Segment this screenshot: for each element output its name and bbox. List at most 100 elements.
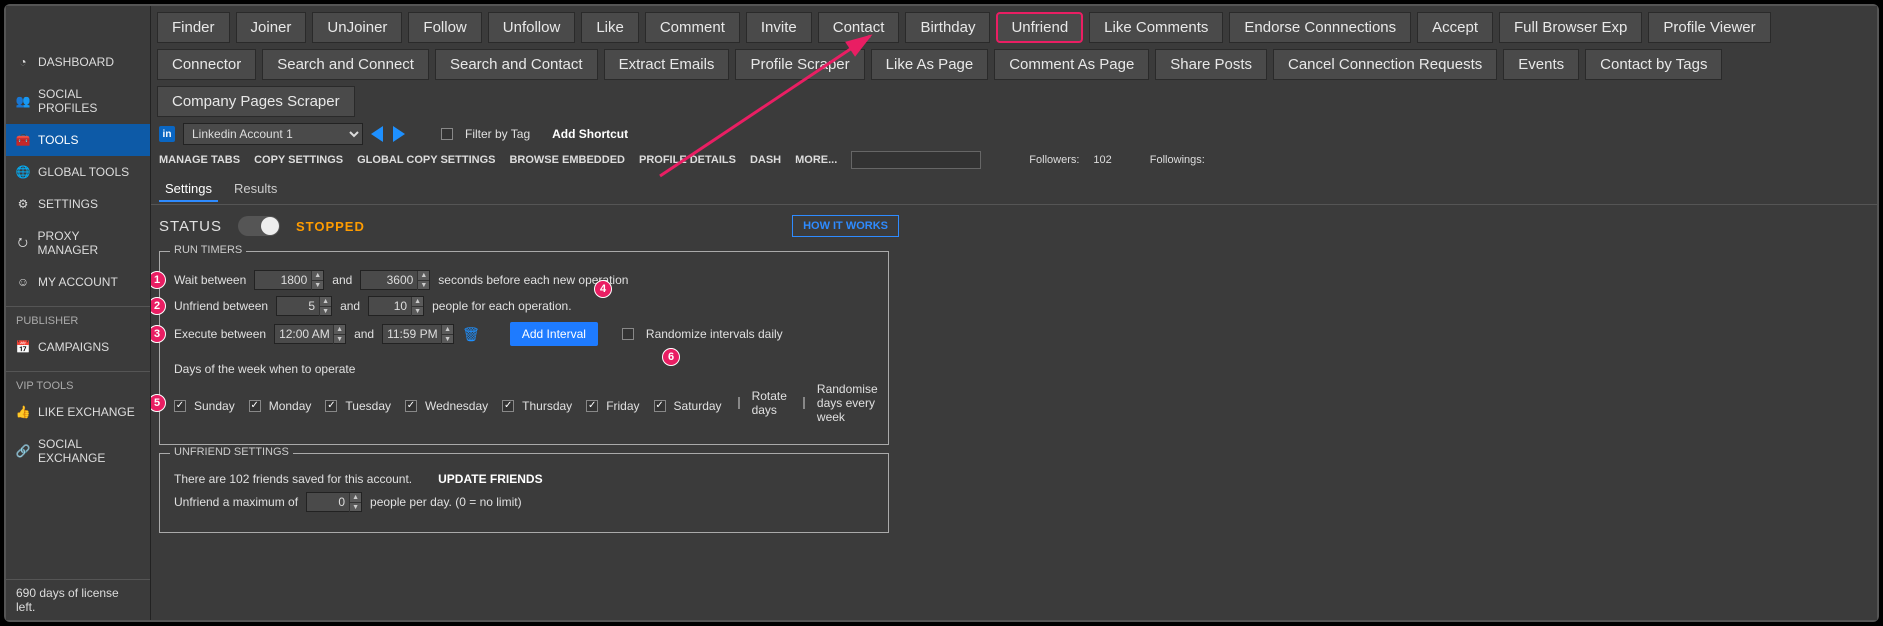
tool-tab-company-pages-scraper[interactable]: Company Pages Scraper (157, 86, 355, 117)
refresh-icon: ⭮ (16, 236, 30, 250)
wait-between-label: Wait between (174, 273, 246, 287)
day-wednesday[interactable]: Wednesday (405, 399, 488, 413)
rotate-days-checkbox[interactable] (738, 397, 740, 409)
tool-tab-like-comments[interactable]: Like Comments (1089, 12, 1223, 43)
sidebar-item-settings[interactable]: ⚙ SETTINGS (6, 188, 150, 220)
tool-tab-endorse-connnections[interactable]: Endorse Connnections (1229, 12, 1411, 43)
tool-tab-events[interactable]: Events (1503, 49, 1579, 80)
day-checkbox[interactable] (586, 400, 598, 412)
tool-tab-unfollow[interactable]: Unfollow (488, 12, 576, 43)
sidebar-item-social-profiles[interactable]: 👥 SOCIAL PROFILES (6, 78, 150, 124)
menu-global-copy-settings[interactable]: GLOBAL COPY SETTINGS (357, 154, 495, 166)
add-interval-button[interactable]: Add Interval (510, 322, 598, 346)
day-sunday[interactable]: Sunday (174, 399, 235, 413)
day-checkbox[interactable] (249, 400, 261, 412)
tool-tab-unjoiner[interactable]: UnJoiner (312, 12, 402, 43)
randomize-intervals-checkbox[interactable] (622, 328, 634, 340)
unfriend-between-row: 2 Unfriend between ▲▼ and ▲▼ people for … (174, 296, 874, 316)
tool-tab-connector[interactable]: Connector (157, 49, 256, 80)
thumbs-up-icon: 👍 (16, 405, 30, 419)
tool-tab-unfriend[interactable]: Unfriend (996, 12, 1083, 43)
sidebar-item-my-account[interactable]: ☺ MY ACCOUNT (6, 266, 150, 298)
callout-4: 4 (594, 280, 612, 298)
followings-label: Followings: (1150, 154, 1205, 166)
tab-settings[interactable]: Settings (159, 177, 218, 202)
day-checkbox[interactable] (405, 400, 417, 412)
tool-tab-profile-viewer[interactable]: Profile Viewer (1648, 12, 1770, 43)
tool-tab-full-browser-exp[interactable]: Full Browser Exp (1499, 12, 1642, 43)
main-area: FinderJoinerUnJoinerFollowUnfollowLikeCo… (151, 6, 1877, 620)
add-shortcut-link[interactable]: Add Shortcut (552, 127, 628, 141)
execute-from-input[interactable]: ▲▼ (274, 324, 346, 344)
tool-tab-joiner[interactable]: Joiner (236, 12, 307, 43)
account-select[interactable]: Linkedin Account 1 (183, 123, 363, 145)
callout-1: 1 (151, 271, 166, 289)
randomise-days-label: Randomise days every week (817, 382, 878, 424)
filter-by-tag-checkbox[interactable] (441, 128, 453, 140)
tool-tab-follow[interactable]: Follow (408, 12, 481, 43)
menu-manage-tabs[interactable]: MANAGE TABS (159, 154, 240, 166)
wait-max-input[interactable]: ▲▼ (360, 270, 430, 290)
day-checkbox[interactable] (174, 400, 186, 412)
gear-icon: ⚙ (16, 197, 30, 211)
tool-tab-finder[interactable]: Finder (157, 12, 230, 43)
tool-tab-invite[interactable]: Invite (746, 12, 812, 43)
sidebar-item-dashboard[interactable]: ◔ DASHBOARD (6, 46, 150, 78)
tool-tab-contact[interactable]: Contact (818, 12, 900, 43)
day-checkbox[interactable] (502, 400, 514, 412)
sidebar-item-global-tools[interactable]: 🌐 GLOBAL TOOLS (6, 156, 150, 188)
tool-tab-search-and-contact[interactable]: Search and Contact (435, 49, 598, 80)
day-thursday[interactable]: Thursday (502, 399, 572, 413)
day-saturday[interactable]: Saturday (654, 399, 722, 413)
day-checkbox[interactable] (654, 400, 666, 412)
sidebar-item-campaigns[interactable]: 📅 CAMPAIGNS (6, 331, 150, 363)
tool-tab-comment[interactable]: Comment (645, 12, 740, 43)
unfriend-min-input[interactable]: ▲▼ (276, 296, 332, 316)
run-timers-panel: RUN TIMERS 1 Wait between ▲▼ and ▲▼ seco… (159, 251, 889, 445)
sidebar-item-label: MY ACCOUNT (38, 275, 118, 289)
randomise-days-checkbox[interactable] (803, 397, 805, 409)
next-account-button[interactable] (393, 126, 405, 142)
license-footer: 690 days of license left. (6, 579, 150, 620)
menu-browse-embedded[interactable]: BROWSE EMBEDDED (509, 154, 625, 166)
delete-interval-button[interactable]: 🗑 (462, 326, 480, 343)
tool-tab-search-and-connect[interactable]: Search and Connect (262, 49, 429, 80)
menu-more[interactable]: MORE... (795, 154, 837, 166)
sidebar-item-social-exchange[interactable]: 🔗 SOCIAL EXCHANGE (6, 428, 150, 474)
sidebar-section-publisher: PUBLISHER (6, 306, 150, 331)
tool-tab-contact-by-tags[interactable]: Contact by Tags (1585, 49, 1722, 80)
tool-tab-birthday[interactable]: Birthday (905, 12, 990, 43)
search-input[interactable] (851, 151, 981, 169)
tool-tab-extract-emails[interactable]: Extract Emails (604, 49, 730, 80)
days-header-label: Days of the week when to operate (174, 362, 355, 376)
day-monday[interactable]: Monday (249, 399, 312, 413)
friends-saved-row: There are 102 friends saved for this acc… (174, 472, 874, 486)
tool-tab-like-as-page[interactable]: Like As Page (871, 49, 989, 80)
menu-dash[interactable]: DASH (750, 154, 781, 166)
tool-tab-cancel-connection-requests[interactable]: Cancel Connection Requests (1273, 49, 1497, 80)
tool-tab-like[interactable]: Like (581, 12, 639, 43)
menu-profile-details[interactable]: PROFILE DETAILS (639, 154, 736, 166)
unfriend-max-input[interactable]: ▲▼ (368, 296, 424, 316)
menu-copy-settings[interactable]: COPY SETTINGS (254, 154, 343, 166)
unfriend-max-input[interactable]: ▲▼ (306, 492, 362, 512)
sidebar-item-like-exchange[interactable]: 👍 LIKE EXCHANGE (6, 396, 150, 428)
prev-account-button[interactable] (371, 126, 383, 142)
execute-to-input[interactable]: ▲▼ (382, 324, 454, 344)
sidebar-item-tools[interactable]: 🧰 TOOLS (6, 124, 150, 156)
tab-results[interactable]: Results (228, 177, 283, 202)
tool-tab-accept[interactable]: Accept (1417, 12, 1493, 43)
tool-tab-comment-as-page[interactable]: Comment As Page (994, 49, 1149, 80)
how-it-works-button[interactable]: HOW IT WORKS (792, 215, 899, 237)
day-friday[interactable]: Friday (586, 399, 639, 413)
sidebar-item-proxy-manager[interactable]: ⭮ PROXY MANAGER (6, 220, 150, 266)
update-friends-button[interactable]: UPDATE FRIENDS (438, 472, 542, 486)
wait-min-input[interactable]: ▲▼ (254, 270, 324, 290)
tool-tab-profile-scraper[interactable]: Profile Scraper (735, 49, 864, 80)
day-tuesday[interactable]: Tuesday (325, 399, 391, 413)
days-row: 5 SundayMondayTuesdayWednesdayThursdayFr… (174, 382, 874, 424)
day-checkbox[interactable] (325, 400, 337, 412)
tool-tab-share-posts[interactable]: Share Posts (1155, 49, 1267, 80)
day-label: Saturday (674, 399, 722, 413)
status-toggle[interactable] (238, 216, 280, 236)
